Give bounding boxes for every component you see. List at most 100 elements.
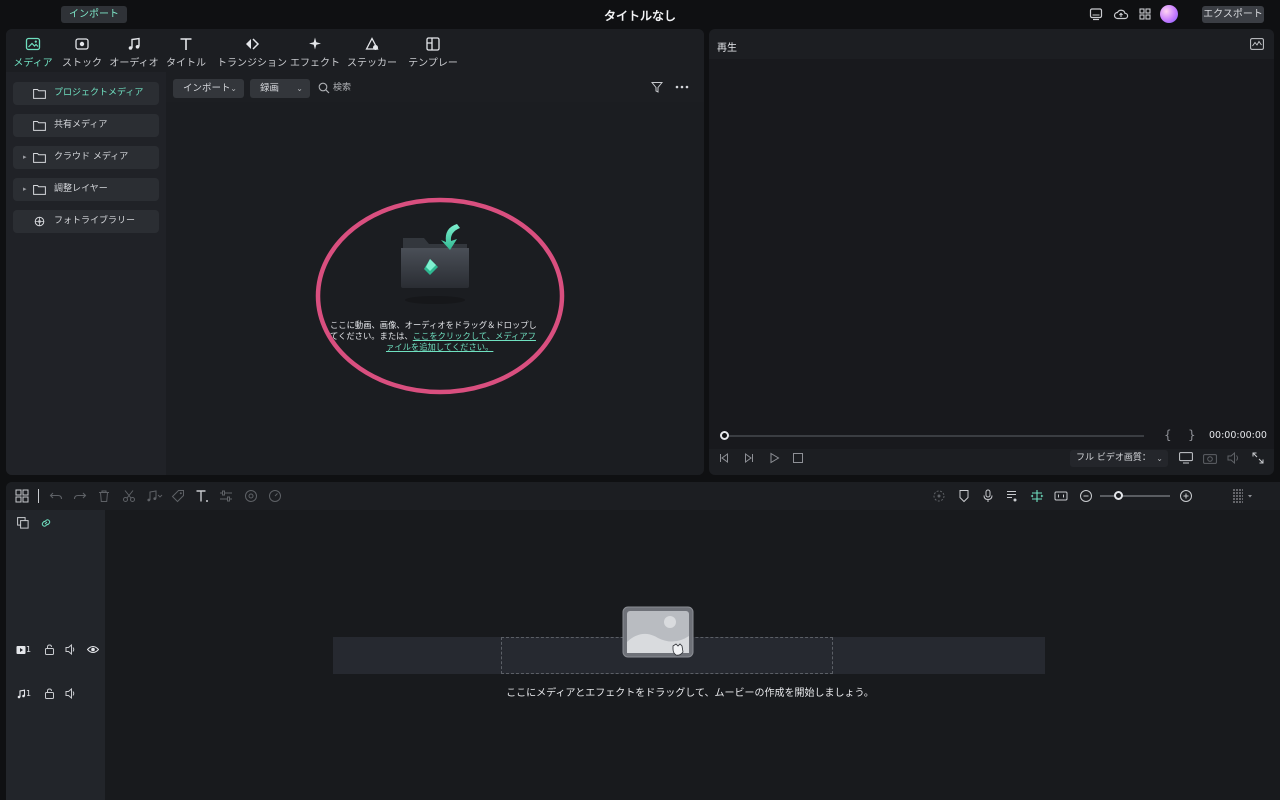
sidebar-item-project-media[interactable]: プロジェクトメディア xyxy=(13,82,159,105)
cloud-upload-icon[interactable] xyxy=(1113,6,1129,22)
lock-icon[interactable] xyxy=(44,688,55,699)
render-icon[interactable] xyxy=(932,489,946,503)
template-icon xyxy=(425,36,441,52)
media-icon xyxy=(25,36,41,52)
snap-magnet-icon[interactable] xyxy=(1030,489,1044,503)
clip-fit-icon[interactable] xyxy=(1054,489,1068,503)
lock-icon[interactable] xyxy=(44,644,55,655)
hint-line1: ここに動画、画像、オーディオをドラッグ＆ドロップし xyxy=(330,320,537,330)
adjust-sliders-icon[interactable] xyxy=(219,489,233,503)
tab-label: メディア xyxy=(13,58,53,69)
timeline-hint: ここにメディアとエフェクトをドラッグして、ムービーの作成を開始しましょう。 xyxy=(506,688,874,699)
more-options-icon[interactable] xyxy=(675,81,689,93)
import-dropdown[interactable]: インポート ⌄ xyxy=(173,79,244,98)
layout-grid-icon[interactable] xyxy=(15,489,29,503)
tab-stock[interactable]: ストック xyxy=(60,36,104,69)
color-match-icon[interactable] xyxy=(244,489,258,503)
effect-sparkle-icon xyxy=(307,36,323,52)
tab-label: オーディオ xyxy=(109,58,159,69)
expand-caret-icon[interactable]: ▸ xyxy=(23,178,27,201)
media-sidebar: プロジェクトメディア 共有メディア ▸ クラウド メディア ▸ 調整レイヤー フ… xyxy=(6,72,166,475)
mark-in-icon[interactable]: { xyxy=(1164,428,1172,442)
undo-icon[interactable] xyxy=(49,489,63,503)
tag-marker-icon[interactable] xyxy=(171,489,185,503)
tab-sticker[interactable]: ステッカー xyxy=(347,36,397,69)
tab-media[interactable]: メディア xyxy=(12,36,54,69)
tab-label: ストック xyxy=(62,58,102,69)
waveform-scope-icon[interactable] xyxy=(1250,38,1264,50)
hint-line2: てください。または、 xyxy=(330,331,413,341)
volume-icon[interactable] xyxy=(1227,452,1241,464)
next-frame-icon[interactable] xyxy=(743,452,755,464)
text-tool-icon[interactable] xyxy=(195,489,209,503)
timecode: 00:00:00:00 xyxy=(1209,430,1267,441)
zoom-out-icon[interactable] xyxy=(1079,489,1093,503)
folder-icon xyxy=(33,184,46,195)
add-media-link[interactable]: ここをクリックして、メディアフ xyxy=(413,331,536,341)
stop-icon[interactable] xyxy=(792,452,804,464)
apps-grid-icon[interactable] xyxy=(1137,6,1153,22)
sidebar-item-label: プロジェクトメディア xyxy=(54,88,144,98)
sidebar-item-photo-library[interactable]: フォトライブラリー xyxy=(13,210,159,233)
playback-scrubber[interactable] xyxy=(724,435,1144,437)
filter-icon[interactable] xyxy=(651,81,663,93)
sticker-icon xyxy=(364,36,380,52)
mark-out-icon[interactable]: } xyxy=(1188,428,1196,442)
sidebar-item-label: フォトライブラリー xyxy=(54,216,136,226)
delete-trash-icon[interactable] xyxy=(97,489,111,503)
audio-track-icon xyxy=(16,689,26,699)
sidebar-item-label: クラウド メディア xyxy=(54,152,129,162)
record-dropdown-label: 録画 xyxy=(260,83,280,94)
zoom-in-icon[interactable] xyxy=(1179,489,1193,503)
avatar[interactable] xyxy=(1160,5,1178,23)
playhead-knob[interactable] xyxy=(720,431,729,440)
split-scissors-icon[interactable] xyxy=(122,489,136,503)
prev-frame-icon[interactable] xyxy=(718,452,730,464)
shield-marker-icon[interactable] xyxy=(957,489,971,503)
sidebar-item-adjustment-layer[interactable]: ▸ 調整レイヤー xyxy=(13,178,159,201)
link-icon[interactable] xyxy=(40,517,52,529)
image-placeholder-icon xyxy=(622,606,694,662)
media-panel: メディア ストック オーディオ タイトル トランジション エフェクト ステッカー xyxy=(6,29,704,475)
preview-title: 再生 xyxy=(717,43,737,54)
tab-label: タイトル xyxy=(166,58,206,69)
chevron-down-icon: ⌄ xyxy=(230,84,237,93)
expand-caret-icon[interactable]: ▸ xyxy=(23,146,27,169)
redo-icon[interactable] xyxy=(73,489,87,503)
music-note-icon xyxy=(126,36,142,52)
toolbar-divider xyxy=(38,489,39,503)
snapshot-camera-icon[interactable] xyxy=(1203,452,1217,464)
sidebar-item-cloud-media[interactable]: ▸ クラウド メディア xyxy=(13,146,159,169)
zoom-slider-track[interactable] xyxy=(1100,495,1170,497)
text-t-icon xyxy=(178,36,194,52)
add-track-icon[interactable] xyxy=(17,517,29,529)
fullscreen-icon[interactable] xyxy=(1252,452,1264,464)
monitor-icon[interactable] xyxy=(1088,6,1104,22)
tab-audio[interactable]: オーディオ xyxy=(109,36,159,69)
photo-library-icon xyxy=(33,216,46,227)
title-bar: インポート タイトルなし エクスポート xyxy=(0,0,1280,28)
folder-icon xyxy=(33,120,46,131)
import-folder-icon[interactable] xyxy=(400,222,470,312)
record-dropdown[interactable]: 録画 ⌄ xyxy=(250,79,310,98)
tab-effect[interactable]: エフェクト xyxy=(290,36,340,69)
voiceover-list-icon[interactable] xyxy=(1005,489,1019,503)
media-empty-hint: ここに動画、画像、オーディオをドラッグ＆ドロップし てください。または、ここをク… xyxy=(330,320,540,353)
audio-edit-icon[interactable] xyxy=(145,489,163,503)
tab-title[interactable]: タイトル xyxy=(166,36,206,69)
play-icon[interactable] xyxy=(768,452,780,464)
tab-transition[interactable]: トランジション xyxy=(214,36,290,69)
eye-icon[interactable] xyxy=(87,644,99,655)
video-quality-dropdown[interactable]: フル ビデオ画質： ⌄ xyxy=(1070,450,1168,467)
track-height-icon[interactable] xyxy=(1232,489,1254,503)
export-button[interactable]: エクスポート xyxy=(1202,6,1264,23)
microphone-icon[interactable] xyxy=(981,489,995,503)
zoom-slider-knob[interactable] xyxy=(1114,491,1123,500)
speaker-icon[interactable] xyxy=(65,644,76,655)
add-media-link-continued[interactable]: ァイルを追加してください。 xyxy=(386,342,493,352)
import-button[interactable]: インポート xyxy=(61,6,127,23)
speed-icon[interactable] xyxy=(268,489,282,503)
sidebar-item-shared-media[interactable]: 共有メディア xyxy=(13,114,159,137)
speaker-icon[interactable] xyxy=(65,688,76,699)
display-settings-icon[interactable] xyxy=(1179,452,1193,464)
